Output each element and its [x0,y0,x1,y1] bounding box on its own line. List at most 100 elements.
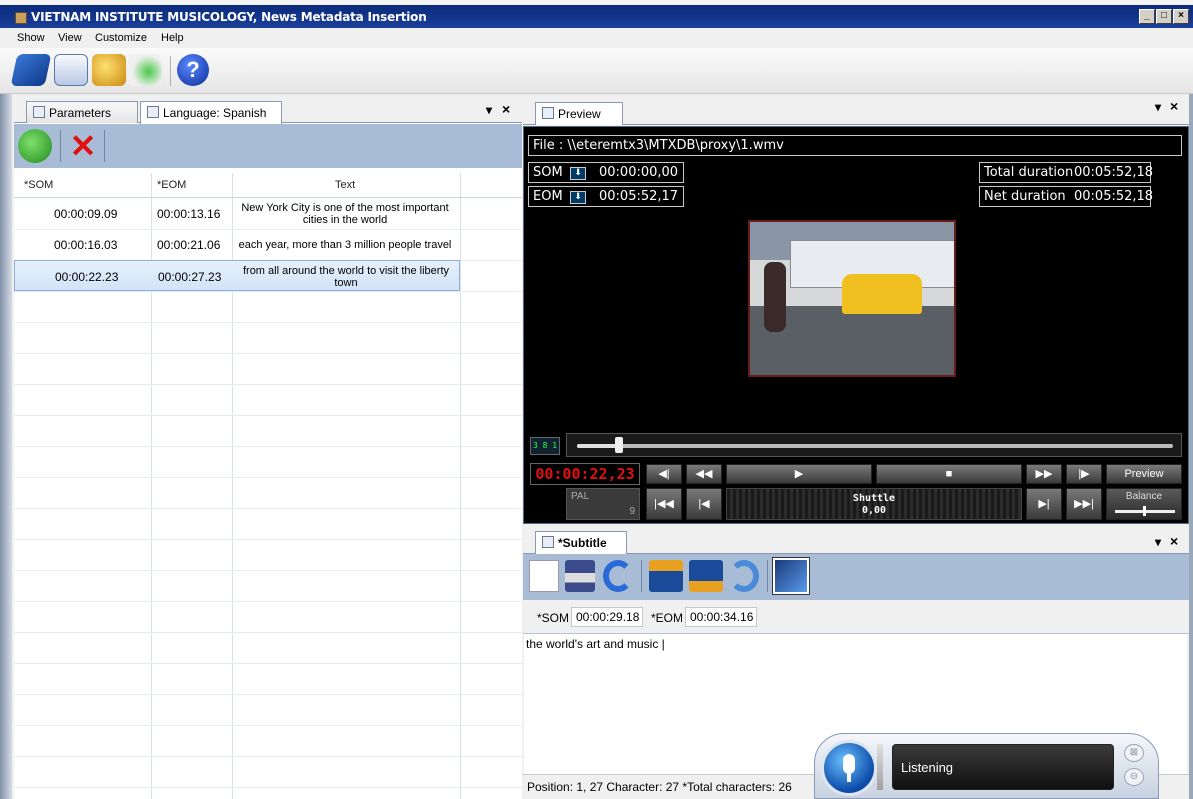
step-back-button[interactable]: |◀ [686,488,722,520]
sub-som-label: *SOM [537,611,570,625]
left-pane-close-icon[interactable]: × [502,101,510,117]
minimize-button[interactable]: _ [1139,9,1155,24]
subtitle-tab-row: *Subtitle ▾ × [523,528,1189,554]
total-duration-label: Total duration [984,165,1074,180]
table-row[interactable]: 00:00:09.09 00:00:13.16 New York City is… [14,198,460,229]
menu-show[interactable]: Show [17,32,45,44]
documents-icon[interactable] [54,54,88,86]
language-pane: Parameters Language: Spanish ▾ × ✕ *SOM … [14,97,522,799]
sub-eom-field[interactable]: 00:00:34.16 [685,607,757,627]
microphone-icon[interactable] [821,740,877,796]
tab-parameters[interactable]: Parameters [26,101,138,123]
balance-slider-thumb[interactable] [1143,506,1146,516]
play-button[interactable]: ▶ [726,464,872,484]
tab-language-spanish[interactable]: Language: Spanish [140,101,282,124]
table-row[interactable]: 00:00:16.03 00:00:21.06 each year, more … [14,229,460,260]
cyclist-shape [764,262,786,332]
balance-control[interactable]: Balance [1106,488,1182,520]
undo-icon[interactable] [603,560,633,592]
file-path: File : \\eteremtx3\MTXDB\proxy\1.wmv [528,135,1182,156]
speech-minimize-icon[interactable]: ⊖ [1124,768,1144,786]
grid-row-line [14,353,522,354]
shuttle-value: 0,00 [861,505,887,516]
seek-track [577,444,1173,448]
yellow-cube-icon[interactable] [92,54,126,86]
grid-row-line [14,477,522,478]
tab-subtitle-label: *Subtitle [558,536,607,550]
next-mark-button[interactable]: |▶ [1066,464,1102,484]
mic-level-meter [877,744,883,790]
preview-toggle-button[interactable]: Preview [1106,464,1182,484]
tab-preview-label: Preview [558,107,601,121]
insert-clip-after-icon[interactable] [689,560,723,592]
column-header-text[interactable]: Text [335,173,355,197]
notebook-icon [542,536,554,548]
seek-thumb[interactable] [615,437,623,453]
window-title: VIETNAM INSTITUTE MUSICOLOGY, News Metad… [31,10,427,24]
column-header-eom[interactable]: *EOM [157,173,186,197]
speech-close-icon[interactable]: ⊠ [1124,744,1144,762]
fast-forward-button[interactable]: ▶▶ [1026,464,1062,484]
subtitle-tool-separator-2 [767,560,768,592]
row-text: New York City is one of the most importa… [241,201,449,226]
blue-book-icon[interactable] [10,54,52,86]
insert-clip-before-icon[interactable] [649,560,683,592]
total-duration-value: 00:05:52,18 [1074,165,1154,180]
grid-row-line [14,787,522,788]
step-forward-button[interactable]: ▶| [1026,488,1062,520]
column-header-som[interactable]: *SOM [24,173,53,197]
video-frame [748,220,956,377]
prev-mark-button[interactable]: ◀| [646,464,682,484]
delete-icon[interactable]: ✕ [68,129,98,163]
menu-bar: Show View Customize Help [0,28,1193,48]
grid-row-line [14,663,522,664]
tool-separator [60,130,61,162]
grid-row-line [14,694,522,695]
grid-row-line [14,601,522,602]
green-arrow-disk-icon[interactable] [128,54,162,86]
format-sub: 9 [629,506,635,517]
title-bar: VIETNAM INSTITUTE MUSICOLOGY, News Metad… [0,0,1193,28]
new-document-icon[interactable] [529,560,559,592]
time-display-icon[interactable]: 3 8 1 [530,437,560,455]
help-icon[interactable]: ? [177,54,209,86]
tab-subtitle[interactable]: *Subtitle [535,531,627,554]
mic-stand [847,774,851,782]
seek-bar[interactable] [566,433,1182,457]
subtitle-grid: *SOM *EOM Text 00:00:09.09 00:00:13.16 N… [14,173,522,799]
eom-label: EOM [533,189,563,204]
net-duration-label: Net duration [984,189,1066,204]
tab-preview[interactable]: Preview [535,102,623,125]
right-frame [1189,94,1193,799]
stop-button[interactable]: ■ [876,464,1022,484]
shuttle-control[interactable]: Shuttle 0,00 [726,488,1022,520]
rewind-button[interactable]: ◀◀ [686,464,722,484]
menu-help[interactable]: Help [161,32,184,44]
close-button[interactable]: × [1173,9,1189,24]
subtitle-pane-close-icon[interactable]: × [1170,533,1178,549]
preview-tab-row: Preview ▾ × [523,97,1189,125]
left-tools: ✕ [14,124,522,168]
subtitle-timecodes: *SOM 00:00:29.18 *EOM 00:00:34.16 [523,600,1189,634]
go-start-button[interactable]: |◀◀ [646,488,682,520]
left-pane-menu-icon[interactable]: ▾ [486,103,492,117]
redo-icon[interactable] [729,560,759,592]
sub-som-field[interactable]: 00:00:29.18 [571,607,643,627]
preview-pane-close-icon[interactable]: × [1170,98,1178,114]
speech-recognition-icon[interactable] [773,558,809,594]
menu-customize[interactable]: Customize [95,32,147,44]
refresh-icon[interactable] [18,129,52,163]
som-set-button[interactable]: ⬇ [570,167,586,180]
go-end-button[interactable]: ▶▶| [1066,488,1102,520]
save-icon[interactable] [565,560,595,592]
preview-pane-menu-icon[interactable]: ▾ [1155,100,1161,114]
eom-set-button[interactable]: ⬇ [570,191,586,204]
maximize-button[interactable]: □ [1156,9,1172,24]
menu-view[interactable]: View [58,32,82,44]
subtitle-pane-menu-icon[interactable]: ▾ [1155,535,1161,549]
format-box: PAL 9 [566,488,640,520]
preview-pane: File : \\eteremtx3\MTXDB\proxy\1.wmv SOM… [523,126,1189,524]
row-text: each year, more than 3 million people tr… [238,238,452,251]
table-row-selected[interactable]: 00:00:22.23 00:00:27.23 from all around … [14,260,460,291]
grid-row-line [14,756,522,757]
